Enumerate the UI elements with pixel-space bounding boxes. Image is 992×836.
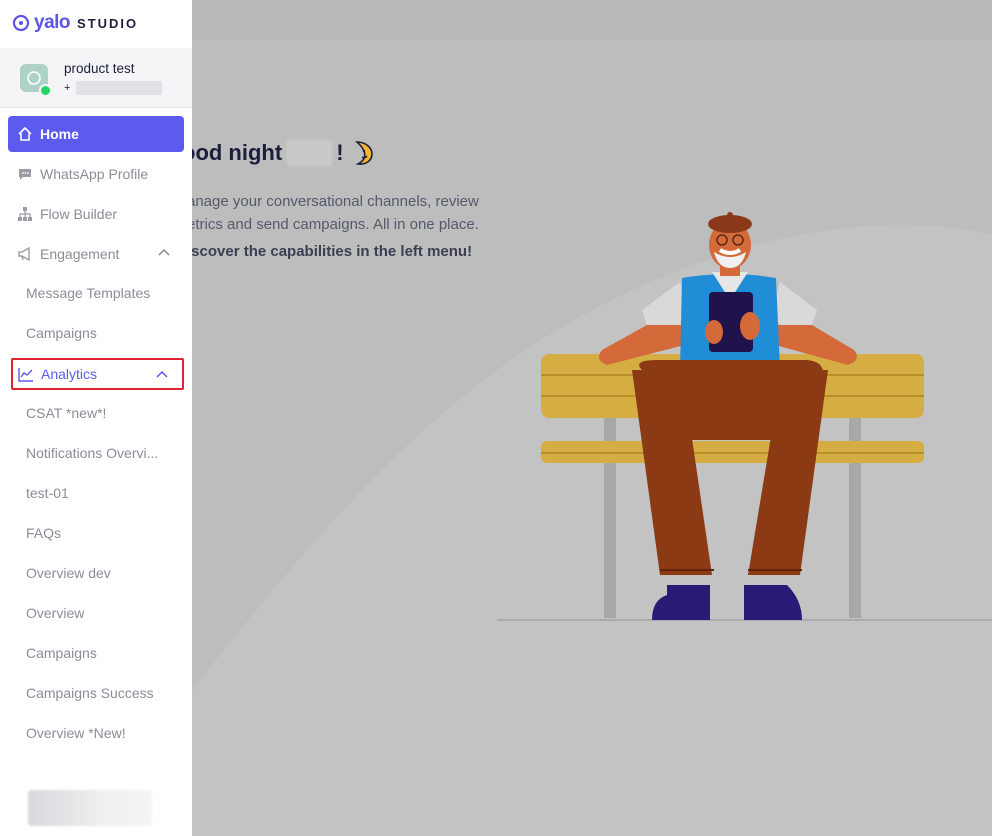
megaphone-icon [16,245,34,263]
logo-text: yalo [34,12,71,33]
nav-csat[interactable]: CSAT *new*! [26,405,186,421]
blurred-phone-number [76,81,163,95]
yalo-logo-icon [12,14,30,32]
nav-analytics-campaigns[interactable]: Campaigns [26,645,186,661]
greeting-text: ood night [192,140,283,165]
account-phone-prefix: + [64,82,71,94]
yalo-logo[interactable]: yalo STUDIO [12,12,138,34]
nav-home[interactable]: Home [8,116,184,152]
nav-campaigns-success[interactable]: Campaigns Success [26,685,186,701]
nav-overview-new[interactable]: Overview *New! [26,725,186,741]
home-icon [16,125,34,143]
intro-cta: iscover the capabilities in the left men… [192,243,473,260]
greeting-heading: ood night ! [192,140,374,166]
flow-tree-icon [16,205,34,223]
nav-engagement[interactable]: Engagement [8,236,184,272]
account-name: product test [64,61,135,76]
chevron-up-icon[interactable] [158,247,170,259]
nav-engagement-campaigns[interactable]: Campaigns [26,325,186,341]
chevron-up-icon[interactable] [156,369,168,381]
sidebar: yalo STUDIO product test + Home WhatsApp… [0,0,192,836]
nav-engagement-label: Engagement [40,246,120,262]
nav-overview[interactable]: Overview [26,605,186,621]
nav-whatsapp-profile-label: WhatsApp Profile [40,166,149,182]
blurred-user-profile[interactable] [28,790,152,826]
nav-whatsapp-profile[interactable]: WhatsApp Profile [8,156,184,192]
whatsapp-badge-icon [39,84,52,97]
main-content: ood night ! anage your conversational ch… [192,0,992,836]
nav-overview-dev[interactable]: Overview dev [26,565,186,581]
nav-flow-builder-label: Flow Builder [40,206,118,222]
nav-faqs[interactable]: FAQs [26,525,186,541]
nav-test-01[interactable]: test-01 [26,485,186,501]
greeting-exclamation: ! [336,140,344,165]
account-phone: + [64,81,163,95]
moon-icon [354,141,373,165]
nav-flow-builder[interactable]: Flow Builder [8,196,184,232]
nav-notifications-overview[interactable]: Notifications Overvi... [26,445,186,461]
blurred-username [286,140,333,166]
nav-message-templates[interactable]: Message Templates [26,285,186,301]
account-switcher[interactable]: product test + [0,48,192,108]
logo-product: STUDIO [77,15,139,31]
chat-icon [16,165,34,183]
line-chart-icon [17,365,35,383]
chat-bubble-icon [27,71,41,85]
nav-analytics-label: Analytics [41,366,98,382]
nav-home-label: Home [40,126,79,142]
man-on-bench-illustration [497,212,992,621]
intro-description: anage your conversational channels, revi… [192,193,479,233]
nav-analytics[interactable]: Analytics [11,358,184,390]
